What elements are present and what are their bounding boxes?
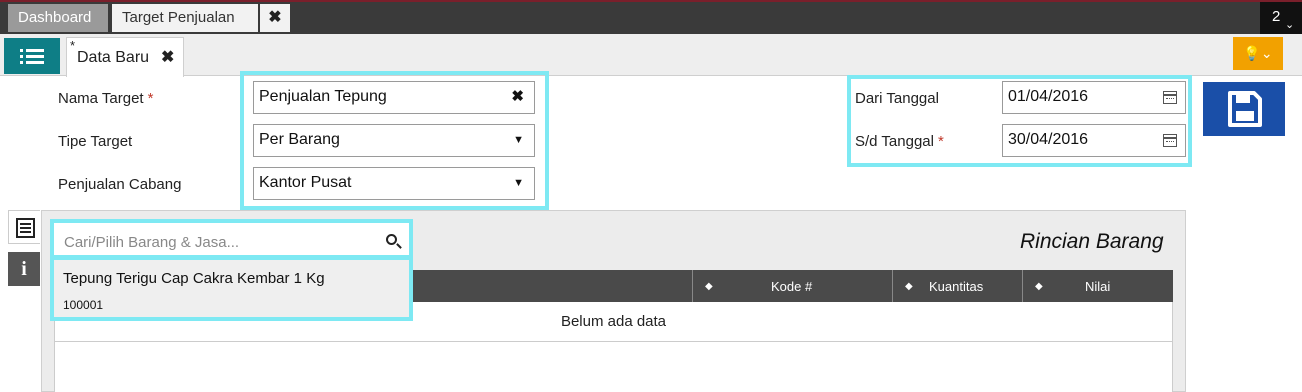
nama-target-label-text: Nama Target bbox=[58, 90, 144, 107]
search-input[interactable] bbox=[58, 227, 409, 257]
list-menu-button[interactable] bbox=[4, 38, 60, 74]
penjualan-cabang-label: Penjualan Cabang bbox=[58, 176, 182, 193]
column-nilai-label: Nilai bbox=[1085, 279, 1111, 294]
required-mark: * bbox=[937, 133, 944, 150]
tab-dashboard[interactable]: Dashboard bbox=[8, 4, 108, 32]
nama-target-value: Penjualan Tepung bbox=[259, 88, 387, 105]
list-icon-line bbox=[26, 61, 44, 64]
close-tab-icon[interactable]: ✖ bbox=[260, 4, 290, 32]
search-icon[interactable] bbox=[386, 234, 397, 245]
penjualan-cabang-value: Kantor Pusat bbox=[259, 174, 352, 191]
dari-tanggal-value: 01/04/2016 bbox=[1008, 88, 1089, 105]
tab-data-baru[interactable]: * Data Baru ✖ bbox=[66, 37, 184, 77]
list-icon-dot bbox=[20, 55, 23, 58]
document-list-icon bbox=[16, 218, 35, 238]
column-kode[interactable]: ◆ Kode # bbox=[692, 270, 893, 302]
nama-target-input[interactable]: Penjualan Tepung ✖ bbox=[253, 81, 535, 114]
tab-data-baru-label: Data Baru bbox=[77, 49, 150, 66]
list-icon-line bbox=[26, 49, 44, 52]
tipe-target-label: Tipe Target bbox=[58, 133, 133, 150]
side-tab-info[interactable]: i bbox=[8, 252, 40, 286]
list-icon-line bbox=[26, 55, 44, 58]
column-kode-label: Kode # bbox=[771, 279, 813, 294]
dropdown-caret-icon: ▼ bbox=[513, 177, 524, 189]
calendar-icon[interactable] bbox=[1163, 91, 1177, 104]
suggestion-item-name: Tepung Terigu Cap Cakra Kembar 1 Kg bbox=[63, 270, 325, 287]
dropdown-caret-icon: ▼ bbox=[513, 134, 524, 146]
nama-target-label: Nama Target * bbox=[58, 90, 153, 107]
search-suggestion[interactable]: Tepung Terigu Cap Cakra Kembar 1 Kg 1000… bbox=[50, 256, 413, 321]
tab-target-penjualan[interactable]: Target Penjualan bbox=[112, 4, 258, 32]
penjualan-cabang-select[interactable]: Kantor Pusat ▼ bbox=[253, 167, 535, 200]
required-mark: * bbox=[147, 90, 154, 107]
sort-icon[interactable]: ◆ bbox=[1035, 270, 1043, 304]
list-icon-dot bbox=[20, 61, 23, 64]
unsaved-marker: * bbox=[70, 38, 76, 53]
floppy-disk-icon bbox=[1228, 91, 1262, 127]
dari-tanggal-label: Dari Tanggal bbox=[855, 90, 939, 107]
rincian-barang-title: Rincian Barang bbox=[1020, 230, 1164, 253]
sd-tanggal-label: S/d Tanggal * bbox=[855, 133, 944, 150]
clear-icon[interactable]: ✖ bbox=[511, 82, 524, 112]
save-button[interactable] bbox=[1203, 82, 1285, 136]
list-icon bbox=[20, 49, 23, 52]
dari-tanggal-input[interactable]: 01/04/2016 bbox=[1002, 81, 1186, 114]
column-kuantitas[interactable]: ◆ Kuantitas bbox=[892, 270, 1023, 302]
calendar-icon[interactable] bbox=[1163, 134, 1177, 147]
lightbulb-icon: 💡⌄ bbox=[1243, 45, 1273, 61]
open-tabs-dropdown[interactable]: 2 ⌄ bbox=[1260, 2, 1302, 34]
sort-icon[interactable]: ◆ bbox=[905, 270, 913, 304]
sd-tanggal-value: 30/04/2016 bbox=[1008, 131, 1089, 148]
column-kuantitas-label: Kuantitas bbox=[929, 279, 984, 294]
form-toolbar bbox=[0, 34, 1302, 76]
lightbulb-button[interactable]: 💡⌄ bbox=[1233, 37, 1283, 70]
tipe-target-select[interactable]: Per Barang ▼ bbox=[253, 124, 535, 157]
column-nilai[interactable]: ◆ Nilai bbox=[1022, 270, 1174, 302]
tipe-target-value: Per Barang bbox=[259, 131, 340, 148]
suggestion-item-code: 100001 bbox=[63, 298, 104, 312]
open-tabs-count: 2 bbox=[1272, 8, 1281, 25]
sd-tanggal-label-text: S/d Tanggal bbox=[855, 133, 934, 150]
search-highlight bbox=[50, 219, 413, 259]
side-tab-details[interactable] bbox=[8, 210, 40, 244]
close-icon[interactable]: ✖ bbox=[161, 47, 174, 67]
info-icon: i bbox=[21, 258, 27, 280]
sd-tanggal-input[interactable]: 30/04/2016 bbox=[1002, 124, 1186, 157]
sort-icon[interactable]: ◆ bbox=[705, 270, 713, 304]
